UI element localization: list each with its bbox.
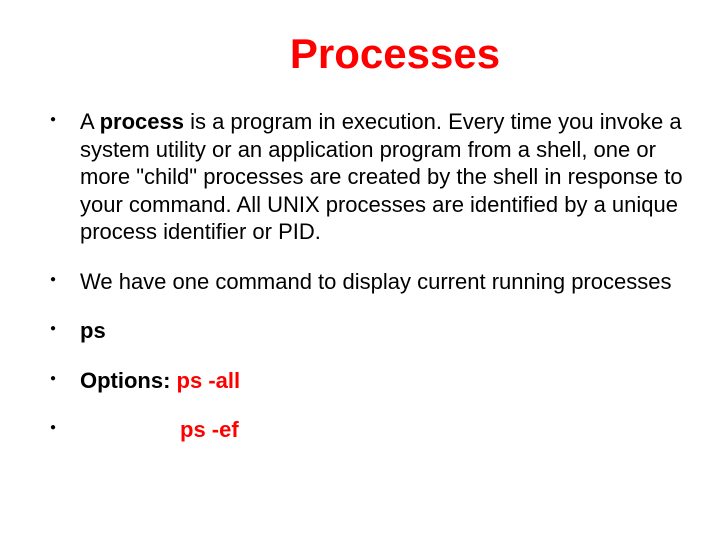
bold-text: process [100,109,184,134]
list-item: We have one command to display current r… [50,268,700,296]
list-item: A process is a program in execution. Eve… [50,108,700,246]
list-item: ps [50,317,700,345]
command-text: ps -all [177,368,241,393]
slide: Processes A process is a program in exec… [0,0,720,540]
list-item: Options: ps -all [50,367,700,395]
options-label: Options: [80,368,177,393]
slide-title: Processes [90,30,700,78]
text-fragment: We have one command to display current r… [80,269,671,294]
list-item: ps -ef [50,416,700,444]
text-fragment: A [80,109,100,134]
command-text: ps [80,318,106,343]
command-text: ps -ef [180,416,239,444]
bullet-list: A process is a program in execution. Eve… [30,108,700,444]
